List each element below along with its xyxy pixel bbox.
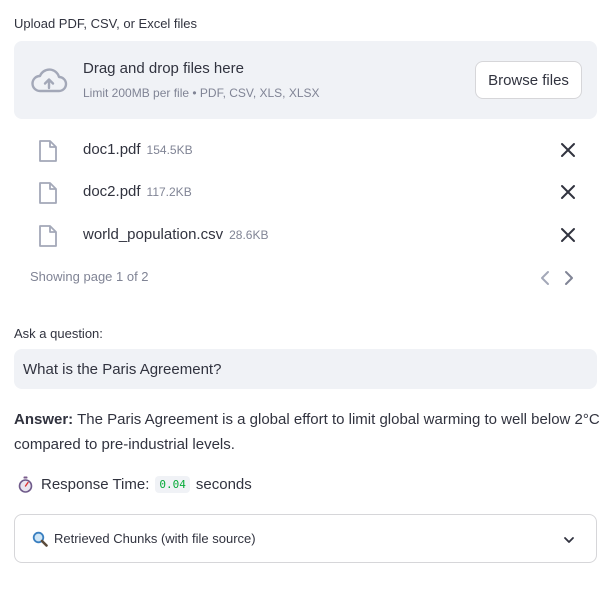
chevron-left-icon[interactable] — [538, 269, 552, 287]
question-label: Ask a question: — [14, 326, 103, 341]
chevron-down-icon — [564, 537, 574, 543]
file-dropzone[interactable]: Drag and drop files here Limit 200MB per… — [14, 41, 597, 119]
browse-files-button[interactable]: Browse files — [475, 61, 582, 99]
file-icon — [39, 140, 57, 162]
chevron-right-icon[interactable] — [562, 269, 576, 287]
question-input[interactable] — [14, 349, 597, 389]
dropzone-title: Drag and drop files here — [83, 60, 244, 77]
answer-text: Answer: The Paris Agreement is a global … — [14, 407, 600, 457]
file-name-text: doc1.pdf 154.5KB — [83, 141, 193, 158]
response-time: Response Time: 0.04 seconds — [18, 476, 252, 493]
uploaded-file-row: doc1.pdf 154.5KB — [14, 130, 597, 170]
remove-file-close-icon[interactable] — [559, 226, 577, 244]
uploaded-file-row: doc2.pdf 117.2KB — [14, 172, 597, 212]
expander-label: Retrieved Chunks (with file source) — [54, 531, 256, 546]
dropzone-limit-text: Limit 200MB per file • PDF, CSV, XLS, XL… — [83, 86, 320, 100]
file-size-text: 117.2KB — [146, 185, 192, 199]
magnifier-icon — [32, 531, 48, 547]
file-icon — [39, 225, 57, 247]
file-size-text: 28.6KB — [229, 228, 269, 242]
cloud-upload-icon — [31, 68, 68, 93]
remove-file-close-icon[interactable] — [559, 141, 577, 159]
file-icon — [39, 182, 57, 204]
uploaded-file-row: world_population.csv 28.6KB — [14, 215, 597, 255]
remove-file-close-icon[interactable] — [559, 183, 577, 201]
answer-prefix: Answer: — [14, 411, 74, 428]
file-size-text: 154.5KB — [146, 143, 193, 157]
response-time-label: Response Time: — [41, 476, 150, 493]
file-name-text: world_population.csv 28.6KB — [83, 226, 269, 243]
response-time-value: 0.04 — [155, 476, 190, 493]
file-name-text: doc2.pdf 117.2KB — [83, 183, 192, 200]
pagination-status: Showing page 1 of 2 — [30, 269, 149, 284]
answer-body: The Paris Agreement is a global effort t… — [14, 411, 600, 453]
retrieved-chunks-expander[interactable]: Retrieved Chunks (with file source) — [14, 514, 597, 563]
stopwatch-icon — [18, 476, 33, 493]
response-time-unit: seconds — [195, 476, 252, 493]
upload-label: Upload PDF, CSV, or Excel files — [14, 16, 198, 31]
